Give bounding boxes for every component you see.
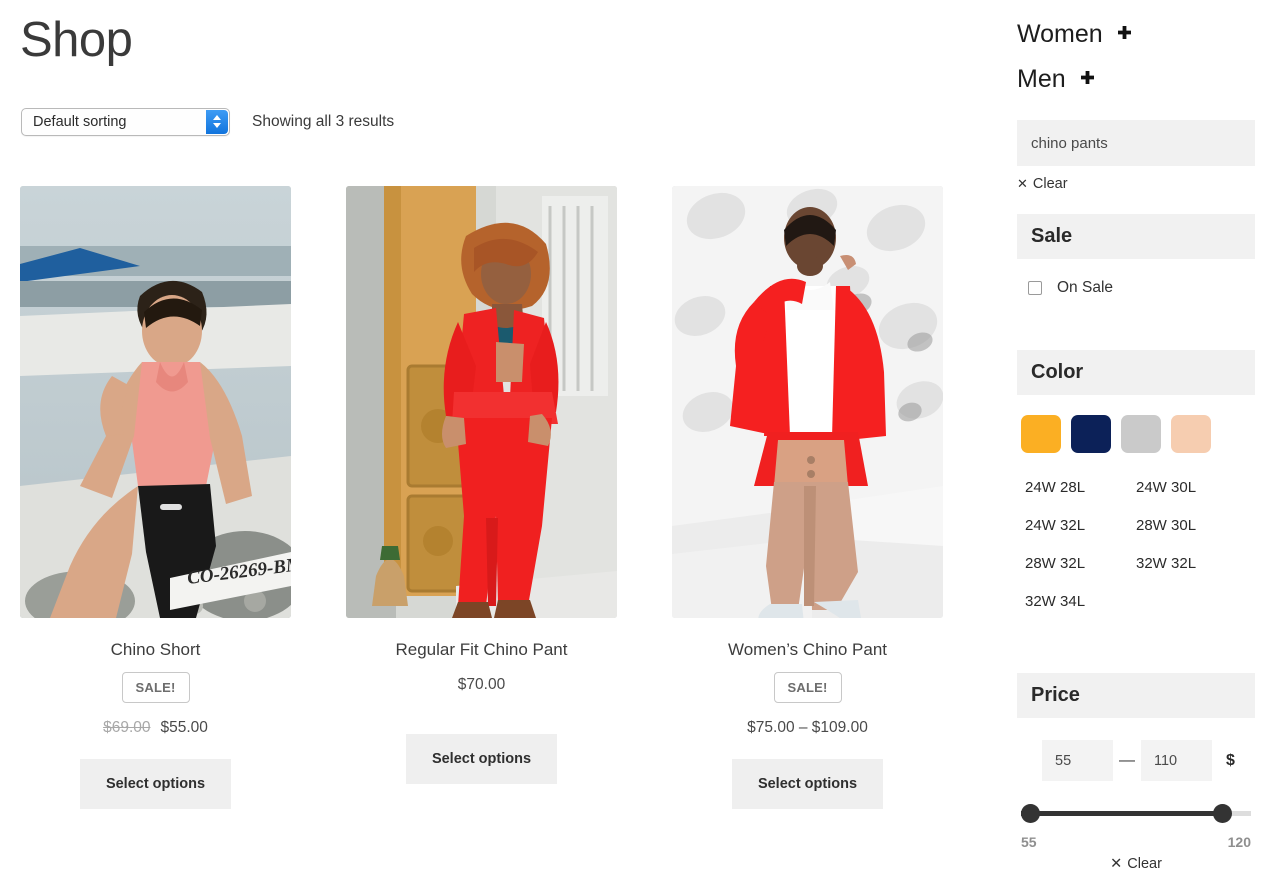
color-swatch-peach[interactable] bbox=[1171, 415, 1211, 453]
color-filter-heading: Color bbox=[1017, 350, 1255, 395]
size-option[interactable]: 24W 28L bbox=[1025, 479, 1136, 496]
price-current: $75.00 – $109.00 bbox=[747, 719, 868, 736]
select-options-button[interactable]: Select options bbox=[731, 759, 884, 809]
size-option[interactable]: 24W 32L bbox=[1025, 517, 1136, 534]
product-price: $69.00 $55.00 bbox=[103, 719, 208, 737]
price-filter-heading: Price bbox=[1017, 673, 1255, 718]
on-sale-checkbox-row[interactable]: On Sale bbox=[1017, 279, 1255, 297]
select-options-button[interactable]: Select options bbox=[79, 759, 232, 809]
product-title[interactable]: Women’s Chino Pant bbox=[728, 640, 887, 660]
slider-range-labels: 55 120 bbox=[1017, 834, 1255, 850]
close-x-icon: ✕ bbox=[1017, 176, 1028, 191]
product-title[interactable]: Regular Fit Chino Pant bbox=[396, 640, 568, 660]
on-sale-label: On Sale bbox=[1057, 279, 1114, 296]
slider-handle-min[interactable] bbox=[1021, 804, 1040, 823]
select-options-button[interactable]: Select options bbox=[405, 734, 558, 784]
chevron-updown-icon[interactable] bbox=[206, 110, 228, 134]
price-original: $69.00 bbox=[103, 719, 151, 736]
sorting-select-value: Default sorting bbox=[33, 114, 127, 130]
size-option[interactable]: 32W 34L bbox=[1025, 593, 1136, 610]
sorting-select[interactable]: Default sorting bbox=[21, 108, 230, 136]
price-max-input[interactable]: 110 bbox=[1141, 740, 1212, 781]
color-swatch-navy[interactable] bbox=[1071, 415, 1111, 453]
currency-symbol: $ bbox=[1226, 751, 1235, 769]
color-swatch-light-gray[interactable] bbox=[1121, 415, 1161, 453]
price-current: $55.00 bbox=[160, 719, 208, 736]
page-title: Shop bbox=[20, 13, 133, 67]
price-clear-button[interactable]: ✕ Clear bbox=[1017, 856, 1255, 870]
product-price: $75.00 – $109.00 bbox=[747, 719, 868, 737]
product-card[interactable]: Women’s Chino Pant SALE! $75.00 – $109.0… bbox=[672, 186, 943, 809]
filter-sidebar: Women Men chino pants ✕ Clear Sale On Sa… bbox=[1017, 20, 1255, 870]
slider-min-label: 55 bbox=[1021, 834, 1037, 850]
shop-page: Shop Default sorting Showing all 3 resul… bbox=[0, 0, 1272, 870]
results-count: Showing all 3 results bbox=[252, 113, 395, 130]
size-filter-list: 24W 28L 24W 30L 24W 32L 28W 30L 28W 32L … bbox=[1017, 479, 1247, 631]
price-range-inputs: 55 — 110 $ bbox=[1017, 740, 1255, 781]
on-sale-checkbox[interactable] bbox=[1028, 281, 1042, 295]
product-title[interactable]: Chino Short bbox=[111, 640, 201, 660]
price-current: $70.00 bbox=[457, 676, 506, 693]
size-option[interactable]: 28W 32L bbox=[1025, 555, 1136, 572]
search-clear-button[interactable]: ✕ Clear bbox=[1017, 176, 1255, 192]
slider-fill bbox=[1021, 811, 1227, 816]
slider-handle-max[interactable] bbox=[1213, 804, 1232, 823]
product-grid: CO-26269-BM Chino Short SALE! $69.00 $55… bbox=[20, 186, 965, 809]
price-range-separator: — bbox=[1119, 751, 1135, 769]
size-option[interactable]: 24W 30L bbox=[1136, 479, 1247, 496]
product-image[interactable]: CO-26269-BM bbox=[20, 186, 291, 618]
slider-max-label: 120 bbox=[1227, 834, 1251, 850]
close-x-icon: ✕ bbox=[1110, 856, 1123, 870]
sidebar-item-women[interactable]: Women bbox=[1017, 20, 1255, 49]
status-badge: SALE! bbox=[121, 672, 190, 703]
sidebar-item-men[interactable]: Men bbox=[1017, 65, 1255, 94]
sidebar-item-label: Women bbox=[1017, 20, 1103, 48]
product-image[interactable] bbox=[346, 186, 617, 618]
product-card[interactable]: Regular Fit Chino Pant $70.00 Select opt… bbox=[346, 186, 617, 809]
search-clear-label: Clear bbox=[1032, 176, 1068, 192]
product-price: $70.00 bbox=[458, 676, 505, 694]
search-input[interactable]: chino pants bbox=[1017, 120, 1255, 166]
color-swatch-amber[interactable] bbox=[1021, 415, 1061, 453]
size-option[interactable]: 32W 32L bbox=[1136, 555, 1247, 572]
status-badge: SALE! bbox=[773, 672, 842, 703]
product-image[interactable] bbox=[672, 186, 943, 618]
product-card[interactable]: CO-26269-BM Chino Short SALE! $69.00 $55… bbox=[20, 186, 291, 809]
shop-toolbar: Default sorting Showing all 3 results bbox=[21, 108, 394, 136]
size-option[interactable]: 28W 30L bbox=[1136, 517, 1247, 534]
sale-filter-heading: Sale bbox=[1017, 214, 1255, 259]
search-input-value: chino pants bbox=[1031, 134, 1108, 152]
price-range-slider[interactable] bbox=[1017, 803, 1255, 823]
plus-icon[interactable] bbox=[1114, 24, 1135, 45]
color-swatch-list bbox=[1017, 415, 1255, 453]
price-min-input[interactable]: 55 bbox=[1042, 740, 1113, 781]
price-clear-label: Clear bbox=[1127, 856, 1162, 870]
plus-icon[interactable] bbox=[1077, 69, 1098, 90]
sidebar-item-label: Men bbox=[1017, 65, 1066, 93]
